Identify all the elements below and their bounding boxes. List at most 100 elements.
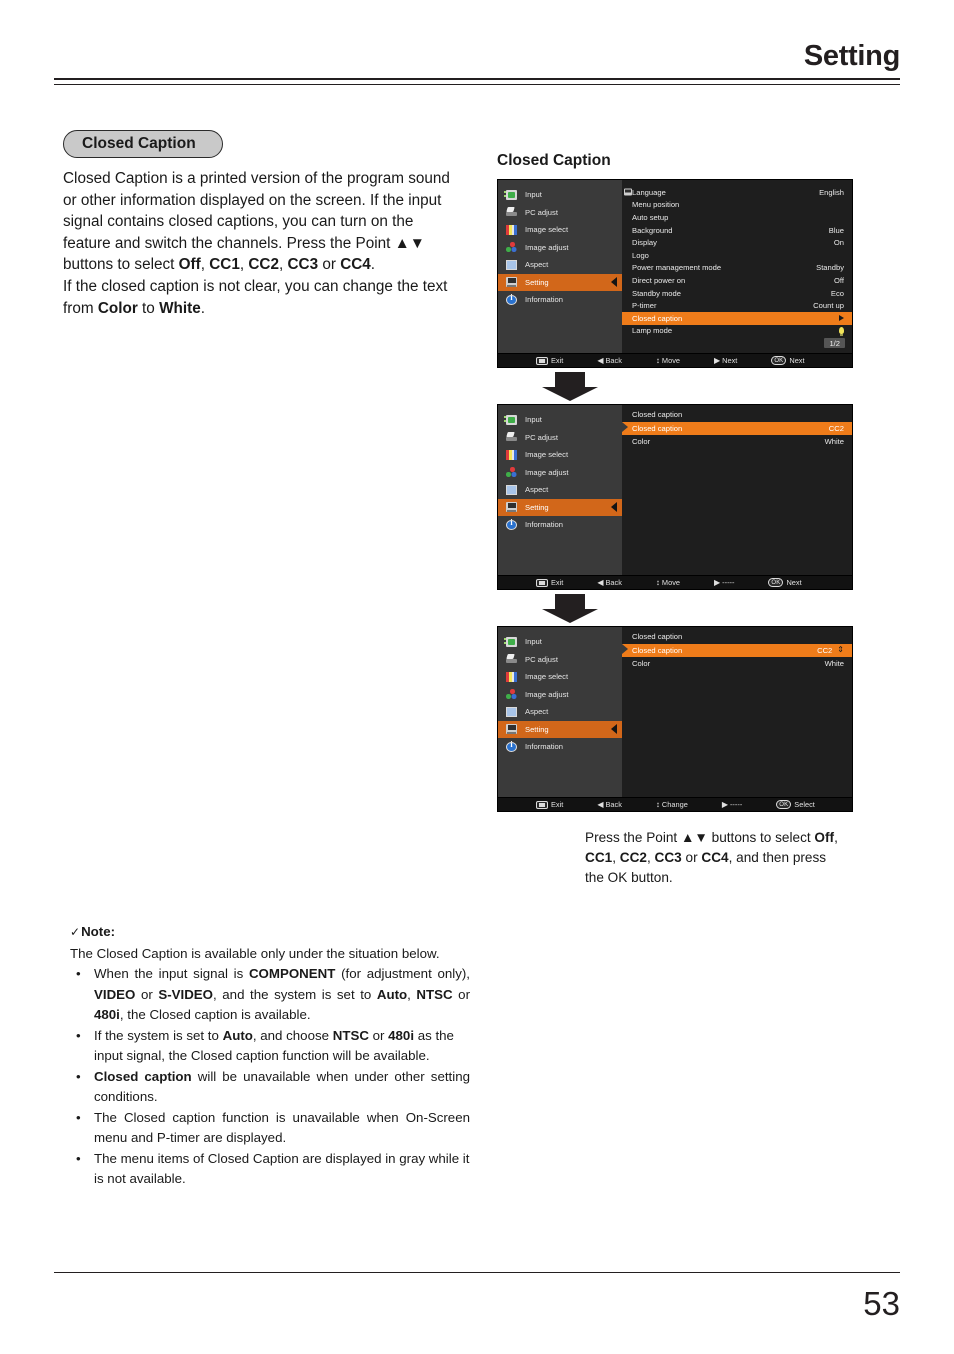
menu-row-label: Lamp mode — [632, 326, 673, 336]
status-back-label: Back — [605, 578, 622, 588]
left-column: Closed Caption Closed Caption is a print… — [63, 130, 463, 319]
note-3-run-0: The Closed caption function is unavailab… — [94, 1109, 470, 1146]
intro-run-9: CC3 — [287, 256, 319, 274]
sidebar-item-information[interactable]: Information — [498, 291, 622, 309]
menu-row-closed-caption[interactable]: Closed caption CC2 ⇕ — [622, 644, 852, 657]
sidebar-item-aspect[interactable]: Aspect — [498, 703, 622, 721]
aspect-icon — [506, 484, 517, 495]
sidebar-item-information[interactable]: Information — [498, 738, 622, 756]
status-move[interactable]: ↕ Move — [656, 356, 680, 365]
note-item: • If the system is set to Auto, and choos… — [70, 1026, 470, 1067]
note-2-run-0: Closed caption — [94, 1068, 192, 1084]
menu-row-auto-setup[interactable]: Auto setup — [622, 211, 852, 224]
status-move[interactable]: ↕ Move — [656, 578, 680, 587]
main-panel-pointer-notch — [622, 644, 628, 655]
status-exit[interactable]: Exit — [536, 356, 563, 365]
menu-row-logo[interactable]: Logo — [622, 249, 852, 262]
sidebar-item-information[interactable]: Information — [498, 516, 622, 534]
note-0-run-12: , the Closed caption is available. — [119, 1007, 311, 1022]
osd3-submenu-title: Closed caption — [632, 632, 683, 642]
status-next[interactable]: ▶ ----- — [722, 800, 742, 809]
sidebar-item-image-select[interactable]: Image select — [498, 221, 622, 239]
pc-adjust-icon — [506, 654, 517, 664]
sidebar-item-input[interactable]: Input — [498, 633, 622, 651]
status-ok[interactable]: OK Select — [776, 800, 815, 810]
osd2-sidebar: Input PC adjust Image select Image adjust As… — [498, 405, 630, 576]
sidebar-item-label: PC adjust — [525, 207, 558, 217]
arrow-left-icon: ◀ — [597, 355, 604, 365]
menu-key-icon — [536, 356, 548, 365]
status-exit[interactable]: Exit — [536, 578, 563, 587]
intro-run-7: CC2 — [248, 256, 279, 274]
osd1-sidebar: Input PC adjust Image select Image adjust As… — [498, 180, 630, 354]
sidebar-item-aspect[interactable]: Aspect — [498, 481, 622, 499]
menu-row-closed-caption[interactable]: Closed caption — [622, 311, 852, 325]
arrow-left-icon: ◀ — [597, 799, 604, 809]
sidebar-item-pc-adjust[interactable]: PC adjust — [498, 651, 622, 669]
menu-row-direct-power-on[interactable]: Direct power on Off — [622, 274, 852, 287]
status-next[interactable]: ▶ ----- — [714, 578, 734, 587]
status-back[interactable]: ◀ Back — [597, 578, 622, 587]
note-item: • The Closed caption function is unavaila… — [70, 1108, 470, 1149]
input-icon — [504, 189, 517, 200]
menu-row-label: Power management mode — [632, 263, 722, 273]
menu-row-lamp-mode[interactable]: Lamp mode — [622, 325, 852, 338]
ok-key-icon: OK — [768, 578, 784, 588]
sidebar-item-label: Image adjust — [525, 467, 569, 477]
status-exit-label: Exit — [551, 578, 564, 588]
sidebar-item-setting[interactable]: Setting — [498, 498, 622, 517]
menu-row-value: CC2 — [828, 423, 844, 433]
status-move[interactable]: ↕ Change — [656, 800, 688, 809]
menu-row-standby-mode[interactable]: Standby mode Eco — [622, 287, 852, 300]
status-exit[interactable]: Exit — [536, 800, 563, 809]
menu-row-background[interactable]: Background Blue — [622, 224, 852, 237]
menu-row-p-timer[interactable]: P-timer Count up — [622, 299, 852, 312]
up-down-selector-icon[interactable]: ⇕ — [837, 646, 844, 654]
sidebar-item-image-adjust[interactable]: Image adjust — [498, 686, 622, 704]
sidebar-item-aspect[interactable]: Aspect — [498, 256, 622, 274]
sidebar-item-image-select[interactable]: Image select — [498, 446, 622, 464]
status-ok[interactable]: OK Next — [768, 578, 802, 588]
intro-paragraph: Closed Caption is a printed version of t… — [63, 168, 463, 319]
right-caption-run-9: CC4 — [701, 850, 729, 866]
osd2-main-panel: Closed caption Closed caption CC2 Color Whi… — [622, 405, 852, 576]
status-back[interactable]: ◀ Back — [597, 356, 622, 365]
note-1-run-0: If the system is set to — [94, 1027, 223, 1043]
sidebar-item-pc-adjust[interactable]: PC adjust — [498, 429, 622, 447]
header-rule-thin — [54, 84, 900, 85]
status-move-label: Change — [661, 800, 688, 810]
menu-row-power-management-mode[interactable]: Power management mode Standby — [622, 262, 852, 275]
status-ok-label: Next — [786, 578, 802, 588]
status-next-label: ----- — [729, 800, 743, 810]
status-back[interactable]: ◀ Back — [597, 800, 622, 809]
note-list: • When the input signal is COMPONENT (for… — [70, 964, 470, 1190]
sidebar-item-setting[interactable]: Setting — [498, 720, 622, 739]
sidebar-active-caret-icon — [611, 502, 617, 513]
intro-run-4: , — [200, 256, 210, 274]
note-0-run-6: , and the system is set to — [213, 986, 377, 1002]
menu-row-color[interactable]: Color White — [622, 435, 852, 448]
menu-row-color[interactable]: Color White — [622, 657, 852, 670]
sidebar-active-caret-icon — [611, 277, 617, 288]
right-caption-run-3: CC1 — [585, 850, 613, 866]
sidebar-item-input[interactable]: Input — [498, 186, 622, 204]
menu-row-label: Direct power on — [632, 275, 686, 285]
sidebar-item-label: Image select — [525, 450, 569, 460]
menu-row-language[interactable]: Language English — [622, 186, 852, 199]
sidebar-item-image-select[interactable]: Image select — [498, 668, 622, 686]
image-adjust-icon — [506, 689, 517, 699]
menu-row-display[interactable]: Display On — [622, 236, 852, 249]
sidebar-item-image-adjust[interactable]: Image adjust — [498, 464, 622, 482]
status-ok[interactable]: OK Next — [771, 356, 805, 366]
sidebar-item-setting[interactable]: Setting — [498, 273, 622, 291]
sidebar-item-pc-adjust[interactable]: PC adjust — [498, 204, 622, 222]
osd2-submenu-title: Closed caption — [632, 410, 683, 420]
sidebar-item-image-adjust[interactable]: Image adjust — [498, 239, 622, 257]
menu-row-label: Color — [632, 658, 651, 668]
status-next[interactable]: ▶ Next — [714, 356, 737, 365]
status-ok-label: Next — [789, 356, 805, 366]
menu-row-menu-position[interactable]: Menu position — [622, 199, 852, 212]
menu-row-closed-caption[interactable]: Closed caption CC2 — [622, 422, 852, 435]
right-caption-run-4: , — [612, 850, 620, 866]
sidebar-item-input[interactable]: Input — [498, 411, 622, 429]
